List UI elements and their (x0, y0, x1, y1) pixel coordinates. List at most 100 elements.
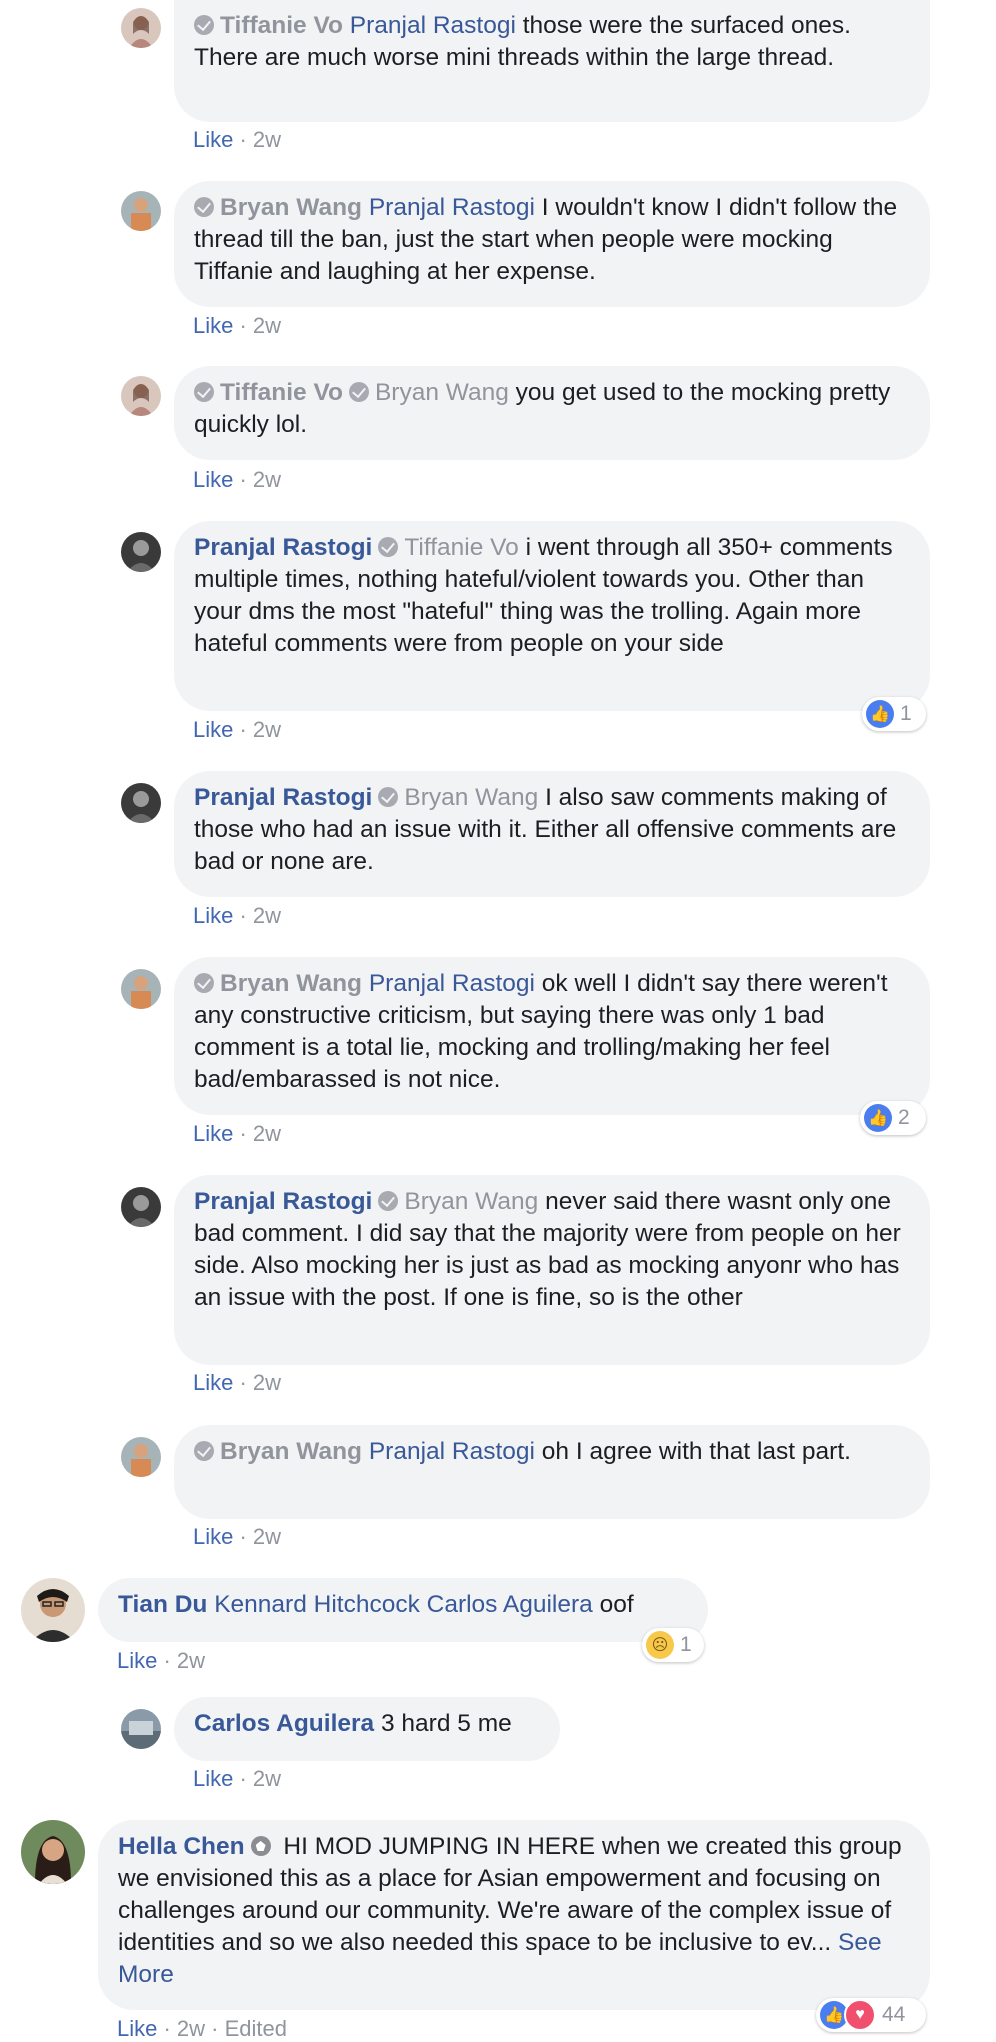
mention-link[interactable]: Pranjal Rastogi (369, 194, 535, 221)
timestamp[interactable]: 2w (253, 717, 281, 742)
avatar[interactable] (121, 532, 161, 572)
comment-text: oof (592, 1591, 634, 1618)
verified-icon (194, 382, 214, 402)
verified-icon (378, 787, 399, 807)
comment-meta: Like · 2w (193, 1370, 282, 1395)
comment-author[interactable]: Bryan Wang (220, 194, 362, 221)
comment-author[interactable]: Tiffanie Vo (220, 12, 343, 39)
verified-icon (378, 1191, 399, 1211)
mention-link[interactable]: Kennard Hitchcock Carlos Aguilera (214, 1591, 593, 1618)
timestamp[interactable]: 2w (253, 127, 281, 152)
comment-author[interactable]: Carlos Aguilera (194, 1710, 374, 1737)
thumbs-up-icon: 👍 (866, 700, 894, 728)
timestamp[interactable]: 2w (253, 1524, 281, 1549)
reaction-summary[interactable]: 👍 1 (862, 697, 926, 731)
comment-bubble: Carlos Aguilera 3 hard 5 me (174, 1697, 560, 1761)
comment-meta: Like · 2w (193, 717, 282, 742)
comment-bubble: Bryan Wang Pranjal Rastogi oh I agree wi… (174, 1425, 930, 1519)
reaction-count: 1 (680, 1633, 692, 1656)
reaction-summary[interactable]: 👍 2 (860, 1101, 926, 1135)
like-link[interactable]: Like (117, 1648, 157, 1673)
avatar[interactable] (21, 1820, 85, 1884)
mention-link[interactable]: Bryan Wang (375, 379, 509, 406)
comment-meta: Like · 2w (193, 467, 282, 492)
comment-bubble: Bryan Wang Pranjal Rastogi ok well I did… (174, 957, 930, 1115)
reaction-summary[interactable]: 👍 ♥ 44 (816, 1998, 926, 2032)
comment-meta: Like · 2w (117, 1648, 206, 1673)
avatar[interactable] (121, 191, 161, 231)
verified-icon (194, 1441, 214, 1461)
comment-author[interactable]: Tian Du (118, 1591, 207, 1618)
like-link[interactable]: Like (193, 1524, 233, 1549)
comment-text: oh I agree with that last part. (534, 1438, 851, 1465)
timestamp[interactable]: 2w (177, 1648, 205, 1673)
comment-meta: Like · 2w (193, 313, 282, 338)
sad-reaction-icon: ☹ (646, 1631, 674, 1659)
comment-meta: Like · 2w (193, 903, 282, 928)
like-link[interactable]: Like (193, 903, 233, 928)
mention-link[interactable]: Tiffanie Vo (404, 534, 518, 561)
reaction-count: 1 (900, 702, 912, 725)
comment-author[interactable]: Bryan Wang (220, 970, 362, 997)
timestamp[interactable]: 2w (253, 467, 281, 492)
comment-meta: Like · 2w · Edited (117, 2016, 287, 2041)
like-link[interactable]: Like (193, 1121, 233, 1146)
verified-icon (348, 382, 369, 402)
like-link[interactable]: Like (193, 717, 233, 742)
comment-bubble: Hella Chen HI MOD JUMPING IN HERE when w… (98, 1820, 930, 2010)
thumbs-up-icon: 👍 (864, 1104, 892, 1132)
avatar[interactable] (121, 1709, 161, 1749)
like-link[interactable]: Like (193, 1766, 233, 1791)
reaction-count: 2 (898, 1106, 910, 1129)
avatar[interactable] (121, 1437, 161, 1477)
verified-icon (194, 973, 214, 993)
like-link[interactable]: Like (117, 2016, 157, 2041)
mention-link[interactable]: Pranjal Rastogi (369, 970, 535, 997)
reaction-summary[interactable]: ☹ 1 (642, 1628, 704, 1662)
mention-link[interactable]: Pranjal Rastogi (369, 1438, 535, 1465)
verified-icon (194, 197, 214, 217)
verified-icon (378, 537, 399, 557)
comment-bubble: Pranjal Rastogi Tiffanie Vo i went throug… (174, 521, 930, 711)
comment-bubble: Tian Du Kennard Hitchcock Carlos Aguiler… (98, 1578, 708, 1642)
avatar[interactable] (121, 1187, 161, 1227)
comment-bubble: Tiffanie Vo Bryan Wang you get used to th… (174, 366, 930, 460)
comment-bubble: Bryan Wang Pranjal Rastogi I wouldn't kn… (174, 181, 930, 307)
comment-author[interactable]: Hella Chen (118, 1833, 245, 1860)
avatar[interactable] (21, 1578, 85, 1642)
timestamp[interactable]: 2w (177, 2016, 205, 2041)
timestamp[interactable]: 2w (253, 1121, 281, 1146)
comment-text: 3 hard 5 me (374, 1710, 512, 1737)
like-link[interactable]: Like (193, 127, 233, 152)
timestamp[interactable]: 2w (253, 1370, 281, 1395)
comment-author[interactable]: Pranjal Rastogi (194, 1188, 372, 1215)
avatar[interactable] (121, 969, 161, 1009)
like-link[interactable]: Like (193, 313, 233, 338)
avatar[interactable] (121, 8, 161, 48)
mention-link[interactable]: Bryan Wang (404, 784, 538, 811)
comment-author[interactable]: Pranjal Rastogi (194, 534, 372, 561)
timestamp[interactable]: 2w (253, 1766, 281, 1791)
verified-icon (194, 15, 214, 35)
mention-link[interactable]: Bryan Wang (404, 1188, 538, 1215)
comment-bubble: Pranjal Rastogi Bryan Wang never said the… (174, 1175, 930, 1365)
comment-meta: Like · 2w (193, 1766, 282, 1791)
timestamp[interactable]: 2w (253, 903, 281, 928)
comment-author[interactable]: Pranjal Rastogi (194, 784, 372, 811)
comment-meta: Like · 2w (193, 1121, 282, 1146)
avatar[interactable] (121, 783, 161, 823)
edited-label[interactable]: Edited (225, 2016, 287, 2041)
mention-link[interactable]: Pranjal Rastogi (350, 12, 516, 39)
like-link[interactable]: Like (193, 1370, 233, 1395)
moderator-badge-icon (250, 1836, 271, 1856)
like-link[interactable]: Like (193, 467, 233, 492)
comment-author[interactable]: Bryan Wang (220, 1438, 362, 1465)
avatar[interactable] (121, 376, 161, 416)
comment-meta: Like · 2w (193, 127, 282, 152)
comment-bubble: Pranjal Rastogi Bryan Wang I also saw com… (174, 771, 930, 897)
timestamp[interactable]: 2w (253, 313, 281, 338)
comment-author[interactable]: Tiffanie Vo (220, 379, 343, 406)
reaction-count: 44 (882, 2003, 906, 2026)
comment-bubble: Tiffanie Vo Pranjal Rastogi those were t… (174, 0, 930, 122)
comment-meta: Like · 2w (193, 1524, 282, 1549)
